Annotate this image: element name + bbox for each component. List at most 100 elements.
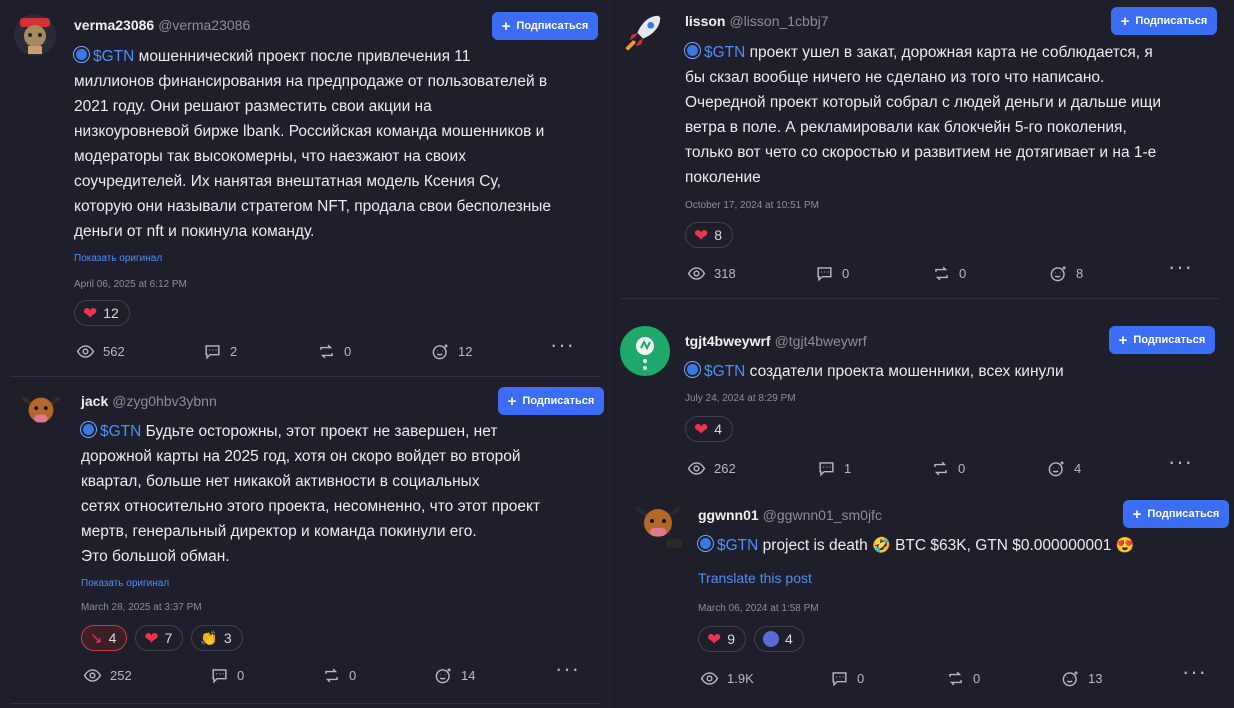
reaction-heart[interactable]: ❤ 7 xyxy=(135,625,184,651)
comment-icon xyxy=(205,345,220,360)
user-handle[interactable]: @ggwnn01_sm0jfc xyxy=(763,507,882,523)
clap-icon: 👏 xyxy=(200,629,218,646)
follow-button[interactable]: + Подписаться xyxy=(492,12,598,40)
avatar[interactable] xyxy=(624,10,666,52)
cashtag[interactable]: $GTN xyxy=(704,363,745,380)
reaction-clap[interactable]: 👏 3 xyxy=(191,625,243,651)
post-date: April 06, 2025 at 6:12 PM xyxy=(74,279,187,290)
show-original-link[interactable]: Показать оригинал xyxy=(81,578,169,589)
follow-button[interactable]: + Подписаться xyxy=(1109,326,1215,354)
post-text: $GTN создатели проекта мошенники, всех к… xyxy=(685,359,1215,384)
username[interactable]: jack xyxy=(81,393,108,409)
coin-icon xyxy=(81,422,96,438)
divider xyxy=(620,298,1220,299)
user-handle[interactable]: @tgjt4bweywrf xyxy=(775,333,867,349)
comment-button[interactable]: 2 xyxy=(203,342,317,361)
repost-icon xyxy=(934,461,947,476)
follow-button[interactable]: + Подписаться xyxy=(498,387,604,415)
show-original-link[interactable]: Показать оригинал xyxy=(74,253,162,264)
comment-button[interactable]: 0 xyxy=(815,264,932,283)
eye-icon xyxy=(687,462,706,475)
translate-link[interactable]: Translate this post xyxy=(698,570,812,586)
eye-icon xyxy=(83,669,102,682)
post-date: March 06, 2024 at 1:58 PM xyxy=(698,603,819,614)
cashtag[interactable]: $GTN xyxy=(717,537,758,554)
cashtag[interactable]: $GTN xyxy=(93,48,134,65)
comment-icon xyxy=(817,267,832,282)
views-stat: 318 xyxy=(687,264,815,283)
ghost-avatar-icon xyxy=(636,337,654,370)
cashtag[interactable]: $GTN xyxy=(704,44,745,61)
tip-icon xyxy=(432,344,448,360)
reaction-heart[interactable]: ❤ 8 xyxy=(685,222,734,248)
repost-button[interactable]: 0 xyxy=(932,264,1049,283)
heart-icon: ❤ xyxy=(694,419,709,439)
username[interactable]: verma23086 xyxy=(74,17,154,33)
views-stat: 1.9K xyxy=(700,669,830,688)
user-handle[interactable]: @verma23086 xyxy=(158,17,250,33)
rocket-avatar-icon xyxy=(625,15,661,51)
post-date: March 28, 2025 at 3:37 PM xyxy=(81,602,202,613)
plus-icon: + xyxy=(507,392,517,410)
user-handle[interactable]: @lisson_1cbbj7 xyxy=(729,13,828,29)
reaction-heart[interactable]: ❤ 12 xyxy=(74,300,130,326)
cashtag[interactable]: $GTN xyxy=(100,423,141,440)
follow-button[interactable]: + Подписаться xyxy=(1111,7,1217,35)
eye-icon xyxy=(76,345,95,358)
username[interactable]: ggwnn01 xyxy=(698,507,759,523)
reaction-heart[interactable]: ❤ 9 xyxy=(698,626,747,652)
comment-icon xyxy=(832,672,847,687)
coin-icon xyxy=(74,47,89,63)
repost-button[interactable]: 0 xyxy=(317,342,431,361)
more-options-icon[interactable]: ··· xyxy=(1168,256,1193,278)
views-stat: 252 xyxy=(83,666,210,685)
coin-icon xyxy=(685,362,700,378)
plus-icon: + xyxy=(1118,331,1128,349)
tip-button[interactable]: 4 xyxy=(1047,459,1081,478)
face-sticker-icon xyxy=(763,631,780,647)
coin-icon xyxy=(685,43,700,59)
reaction-heart[interactable]: ❤ 4 xyxy=(685,416,734,442)
avatar[interactable] xyxy=(20,389,62,431)
repost-button[interactable]: 0 xyxy=(946,669,1061,688)
plus-icon: + xyxy=(501,17,511,35)
repost-button[interactable]: 0 xyxy=(931,459,1047,478)
more-options-icon[interactable]: ··· xyxy=(550,334,575,356)
divider xyxy=(10,376,600,377)
reaction-face[interactable]: 4 xyxy=(754,626,804,652)
more-options-icon[interactable]: ··· xyxy=(555,658,580,680)
tip-button[interactable]: 12 xyxy=(431,342,472,361)
reaction-trend-down[interactable]: ↘ 4 xyxy=(81,625,128,651)
tip-button[interactable]: 14 xyxy=(434,666,475,685)
laughing-emoji-icon: 🤣 xyxy=(872,537,891,554)
tip-button[interactable]: 8 xyxy=(1049,264,1083,283)
post-text: $GTN проект ушел в закат, дорожная карта… xyxy=(685,43,1162,186)
user-handle[interactable]: @zyg0hbv3ybnn xyxy=(112,393,217,409)
comment-button[interactable]: 0 xyxy=(830,669,946,688)
tip-icon xyxy=(1050,266,1066,282)
post-date: October 17, 2024 at 10:51 PM xyxy=(685,200,819,211)
username[interactable]: lisson xyxy=(685,13,725,29)
tip-button[interactable]: 13 xyxy=(1061,669,1102,688)
username[interactable]: tgjt4bweywrf xyxy=(685,333,771,349)
repost-icon xyxy=(935,266,948,281)
avatar[interactable] xyxy=(14,14,56,56)
comment-icon xyxy=(819,462,834,477)
repost-button[interactable]: 0 xyxy=(322,666,434,685)
comment-button[interactable]: 1 xyxy=(817,459,931,478)
heart-icon: ❤ xyxy=(144,628,159,648)
post-text: $GTN Будьте осторожны, этот проект не за… xyxy=(81,422,541,565)
heart-eyes-emoji-icon: 😍 xyxy=(1115,537,1135,554)
coin-icon xyxy=(698,536,713,552)
comment-button[interactable]: 0 xyxy=(210,666,322,685)
eye-icon xyxy=(700,672,719,685)
avatar[interactable] xyxy=(620,326,670,376)
trend-down-icon: ↘ xyxy=(90,630,103,647)
ape-avatar-icon xyxy=(20,18,50,54)
follow-button[interactable]: + Подписаться xyxy=(1123,500,1229,528)
avatar[interactable] xyxy=(630,497,686,553)
post-text: $GTN project is death 🤣 BTC $63K, GTN $0… xyxy=(698,533,1218,558)
tip-icon xyxy=(1062,671,1078,687)
more-options-icon[interactable]: ··· xyxy=(1168,451,1193,473)
more-options-icon[interactable]: ··· xyxy=(1182,661,1207,683)
